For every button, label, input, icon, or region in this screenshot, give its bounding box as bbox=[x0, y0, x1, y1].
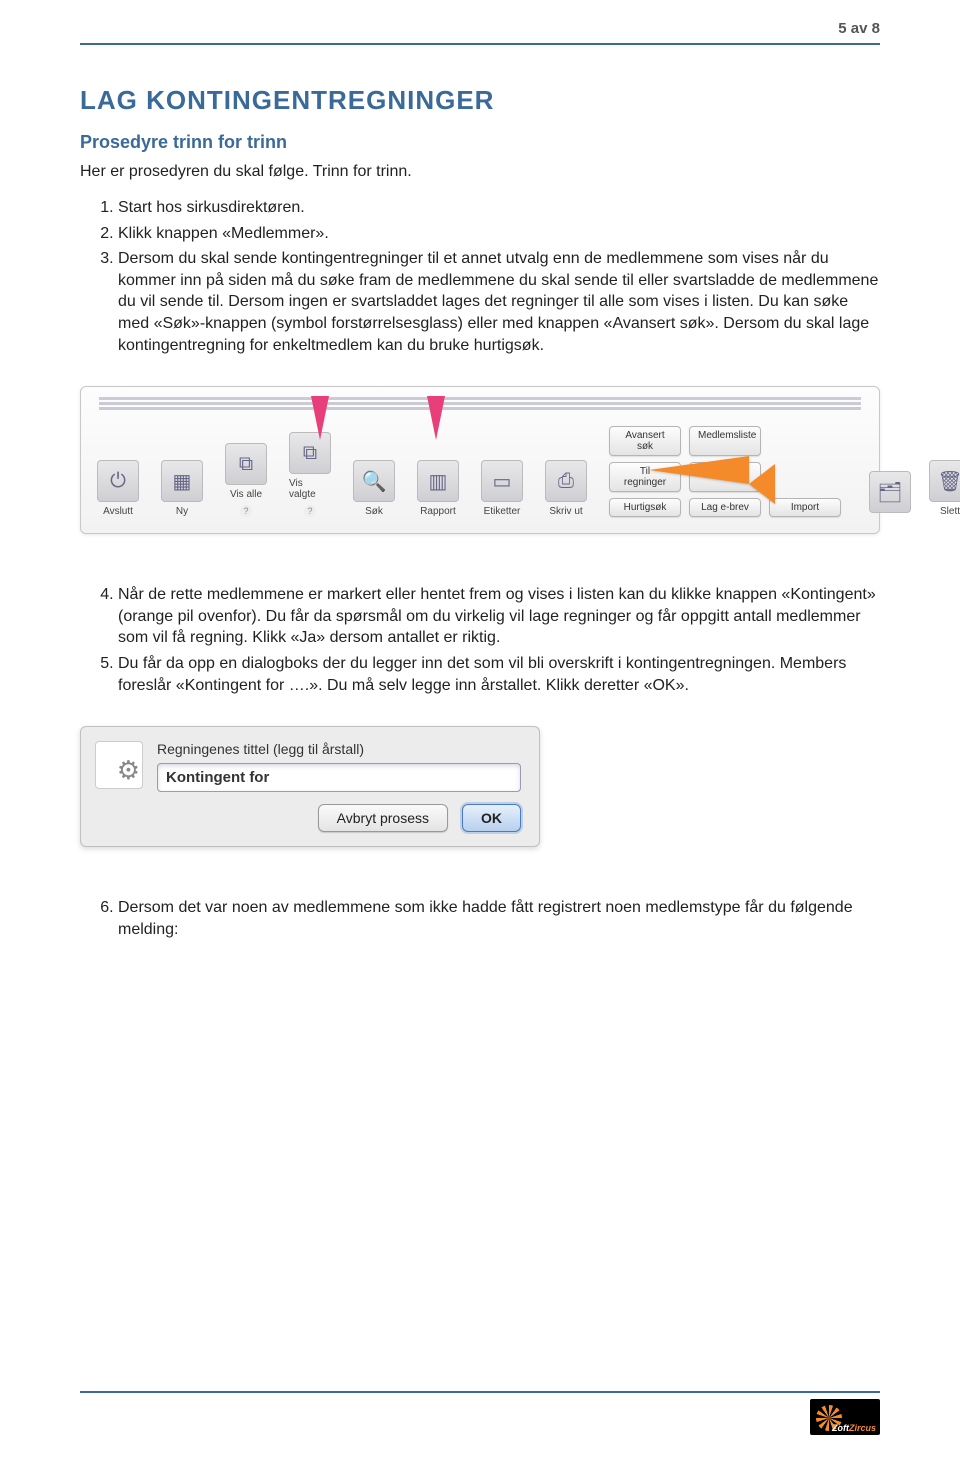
toolbar-item-etiketter[interactable]: ▭ Etiketter bbox=[481, 460, 523, 517]
dialog-title-input[interactable] bbox=[157, 763, 521, 792]
power-icon: ⏻ bbox=[97, 460, 139, 502]
dialog-app-icon: ⚙ bbox=[95, 741, 143, 789]
report-icon: ▥ bbox=[417, 460, 459, 502]
title-dialog: ⚙ Regningenes tittel (legg til årstall) … bbox=[80, 726, 540, 847]
print-icon: ⎙ bbox=[545, 460, 587, 502]
step-item: Du får da opp en dialogboks der du legge… bbox=[118, 653, 880, 696]
help-badge-icon: ? bbox=[304, 505, 316, 517]
toolbar-item-ny[interactable]: ▦ Ny bbox=[161, 460, 203, 517]
toolbar-label: Skriv ut bbox=[549, 506, 582, 517]
import-button[interactable]: Import bbox=[769, 498, 841, 517]
gear-icon: ⚙ bbox=[117, 755, 140, 786]
cancel-button[interactable]: Avbryt prosess bbox=[318, 804, 448, 832]
toolbar-label: Etiketter bbox=[484, 506, 521, 517]
logo-text-b: Zircus bbox=[849, 1423, 876, 1433]
labels-icon: ▭ bbox=[481, 460, 523, 502]
step-item: Start hos sirkusdirektøren. bbox=[118, 197, 880, 219]
toolbar-label: Rapport bbox=[420, 506, 456, 517]
pink-arrow-icon bbox=[427, 396, 445, 440]
intro-text: Her er prosedyren du skal følge. Trinn f… bbox=[80, 163, 880, 181]
toolbar-item-vis-valgte[interactable]: ⧉ Vis valgte ? bbox=[289, 432, 331, 517]
toolbar-item-folder[interactable]: 🗂 bbox=[869, 471, 911, 517]
zoftzircus-logo: ZoftZircus bbox=[810, 1399, 880, 1435]
help-badge-icon: ? bbox=[240, 505, 252, 517]
toolbar-right-group: 🗂 🗑 Slett bbox=[869, 460, 960, 517]
page-number: 5 av 8 bbox=[80, 20, 880, 37]
hurtigsok-button[interactable]: Hurtigsøk bbox=[609, 498, 681, 517]
step-item: Klikk knappen «Medlemmer». bbox=[118, 223, 880, 245]
decorative-stripe bbox=[99, 402, 861, 405]
toolbar-label: Søk bbox=[365, 506, 383, 517]
new-icon: ▦ bbox=[161, 460, 203, 502]
toolbar-label: Vis valgte bbox=[289, 478, 331, 500]
toolbar-item-sok[interactable]: 🔍 Søk bbox=[353, 460, 395, 517]
page-footer: ZoftZircus bbox=[80, 1391, 880, 1435]
step-item: Dersom det var noen av medlemmene som ik… bbox=[118, 897, 880, 940]
toolbar-item-rapport[interactable]: ▥ Rapport bbox=[417, 460, 459, 517]
toolbar-item-skriv-ut[interactable]: ⎙ Skriv ut bbox=[545, 460, 587, 517]
decorative-stripe bbox=[99, 397, 861, 400]
toolbar-item-avslutt[interactable]: ⏻ Avslutt bbox=[97, 460, 139, 517]
logo-text-a: Zoft bbox=[832, 1423, 849, 1433]
trash-icon: 🗑 bbox=[929, 460, 960, 502]
folder-icon: 🗂 bbox=[869, 471, 911, 513]
toolbar-figure: ⏻ Avslutt ▦ Ny ⧉ Vis alle ? ⧉ Vis valgte… bbox=[80, 386, 880, 534]
heading-sub: Prosedyre trinn for trinn bbox=[80, 132, 880, 153]
toolbar-item-vis-alle[interactable]: ⧉ Vis alle ? bbox=[225, 443, 267, 517]
orange-arrow-icon bbox=[649, 456, 749, 484]
search-icon: 🔍 bbox=[353, 460, 395, 502]
show-all-icon: ⧉ bbox=[225, 443, 267, 485]
toolbar-label: Ny bbox=[176, 506, 188, 517]
header-rule bbox=[80, 43, 880, 45]
step-item: Når de rette medlemmene er markert eller… bbox=[118, 584, 880, 649]
toolbar-item-slett[interactable]: 🗑 Slett bbox=[929, 460, 960, 517]
toolbar-row: ⏻ Avslutt ▦ Ny ⧉ Vis alle ? ⧉ Vis valgte… bbox=[91, 412, 869, 523]
steps-list-c: Dersom det var noen av medlemmene som ik… bbox=[80, 897, 880, 940]
toolbar-label: Avslutt bbox=[103, 506, 133, 517]
toolbar-label: Vis alle bbox=[230, 489, 262, 500]
pink-arrow-icon bbox=[311, 396, 329, 440]
ok-button[interactable]: OK bbox=[462, 804, 521, 832]
avansert-sok-button[interactable]: Avansert søk bbox=[609, 426, 681, 456]
heading-main: LAG KONTINGENTREGNINGER bbox=[80, 85, 880, 116]
footer-rule bbox=[80, 1391, 880, 1393]
steps-list-a: Start hos sirkusdirektøren. Klikk knappe… bbox=[80, 197, 880, 356]
dialog-label: Regningenes tittel (legg til årstall) bbox=[157, 741, 521, 757]
decorative-stripe bbox=[99, 407, 861, 410]
medlemsliste-button[interactable]: Medlemsliste bbox=[689, 426, 761, 456]
toolbar-label: Slett bbox=[940, 506, 960, 517]
step-item: Dersom du skal sende kontingentregninger… bbox=[118, 248, 880, 356]
steps-list-b: Når de rette medlemmene er markert eller… bbox=[80, 584, 880, 696]
